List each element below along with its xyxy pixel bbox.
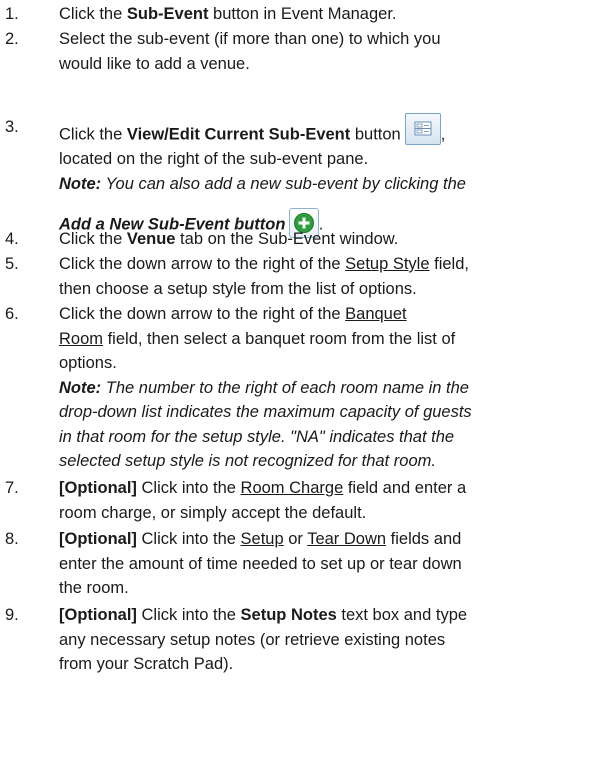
step-text: the room. (59, 579, 129, 597)
step-number: 7. (5, 479, 19, 497)
sub-event-button-label: Sub-Event (126, 5, 209, 23)
note-text: Note: The number to the right of each ro… (59, 378, 469, 397)
optional-label: [Optional] (59, 479, 137, 497)
note-label: Note: (59, 378, 102, 397)
note-text: in that room for the setup style. "NA" i… (59, 427, 455, 446)
setup-field-label: Setup (240, 530, 284, 548)
step-text: Room field, then select a banquet room f… (59, 329, 456, 348)
step-number: 3. (5, 118, 19, 136)
step-number: 5. (5, 255, 19, 273)
step-text: located on the right of the sub-event pa… (59, 150, 369, 168)
note-text: selected setup style is not recognized f… (59, 452, 436, 470)
step-number: 6. (5, 305, 19, 323)
step-text: [Optional] Click into the Setup or Tear … (59, 530, 462, 548)
step-text: options. (59, 354, 117, 372)
step-text: would like to add a venue. (59, 54, 250, 73)
step-text: any necessary setup notes (or retrieve e… (59, 630, 446, 649)
step-text: Click the down arrow to the right of the… (59, 305, 407, 323)
step-text: [Optional] Click into the Room Charge fi… (59, 479, 467, 497)
step-number: 4. (5, 230, 19, 248)
note-text: Note: You can also add a new sub-event b… (59, 174, 466, 193)
step-text: then choose a setup style from the list … (59, 279, 417, 298)
room-charge-field-label: Room Charge (240, 479, 344, 497)
step-text: Click the Venue tab on the Sub-Event win… (59, 230, 399, 248)
optional-label: [Optional] (59, 606, 137, 624)
setup-notes-label: Setup Notes (240, 606, 337, 624)
optional-label: [Optional] (59, 530, 137, 548)
step-number: 1. (5, 5, 19, 23)
step-text: from your Scratch Pad). (59, 655, 234, 673)
step-text: enter the amount of time needed to set u… (59, 554, 462, 573)
view-edit-button-label: View/Edit Current Sub-Event (126, 125, 351, 144)
banquet-room-field-label: Banquet (345, 305, 407, 323)
view-edit-sub-event-icon (404, 113, 441, 145)
step-text: room charge, or simply accept the defaul… (59, 503, 367, 522)
step-text: Click the Sub-Event button in Event Mana… (59, 5, 397, 23)
setup-style-field-label: Setup Style (345, 255, 430, 273)
step-number: 2. (5, 30, 19, 48)
step-text: Click the down arrow to the right of the… (59, 255, 469, 273)
step-text: Select the sub-event (if more than one) … (59, 30, 441, 48)
step-number: 8. (5, 530, 19, 548)
tear-down-field-label: Tear Down (307, 530, 387, 548)
step-text: [Optional] Click into the Setup Notes te… (59, 606, 468, 624)
step-text: Click the View/Edit Current Sub-Event bu… (59, 113, 611, 147)
note-text: drop-down list indicates the maximum cap… (59, 403, 472, 421)
note-label: Note: (59, 174, 102, 193)
venue-tab-label: Venue (126, 230, 176, 248)
step-number: 9. (5, 606, 19, 624)
